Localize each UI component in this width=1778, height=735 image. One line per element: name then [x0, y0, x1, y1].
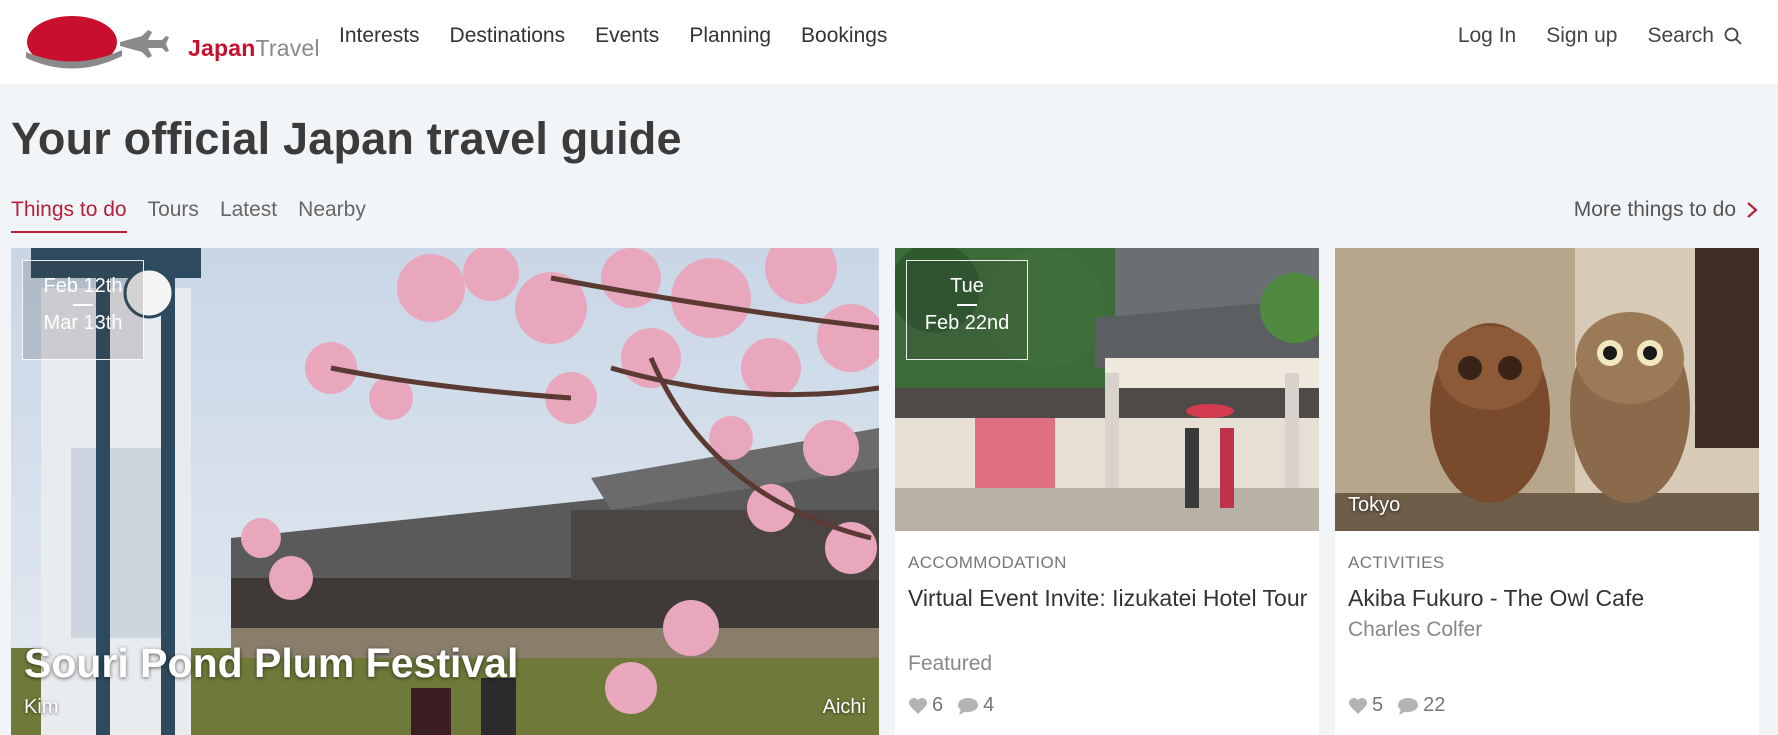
activity-card-owl-cafe[interactable]: Tokyo ACTIVITIES Akiba Fukuro - The Owl …	[1335, 248, 1759, 735]
logo[interactable]: JapanTravel	[24, 10, 320, 70]
tab-nearby[interactable]: Nearby	[298, 198, 366, 233]
card-title[interactable]: Virtual Event Invite: Iizukatei Hotel To…	[908, 581, 1308, 616]
tab-latest[interactable]: Latest	[220, 198, 277, 233]
heart-icon[interactable]	[1348, 697, 1368, 715]
card-stats: 6 4	[908, 694, 1008, 717]
likes-count: 6	[932, 694, 944, 716]
featured-date-end: Mar 13th	[43, 311, 123, 334]
tab-things-to-do[interactable]: Things to do	[11, 198, 127, 233]
comment-icon[interactable]	[957, 697, 979, 715]
logo-text: JapanTravel	[188, 35, 320, 62]
card-location[interactable]: Tokyo	[1348, 494, 1400, 517]
card-author[interactable]: Charles Colfer	[1348, 618, 1482, 642]
login-link[interactable]: Log In	[1458, 24, 1516, 48]
nav-bookings[interactable]: Bookings	[801, 24, 887, 48]
card-date-day: Tue	[950, 275, 984, 297]
search-button[interactable]: Search	[1647, 24, 1742, 48]
featured-title[interactable]: Souri Pond Plum Festival	[24, 640, 518, 687]
event-card-iizukatei[interactable]: Tue Feb 22nd ACCOMMODATION Virtual Event…	[895, 248, 1319, 735]
card-category[interactable]: ACCOMMODATION	[908, 553, 1067, 573]
more-things-label: More things to do	[1573, 198, 1736, 221]
account-nav: Log In Sign up Search	[1428, 24, 1742, 48]
page-title: Your official Japan travel guide	[11, 113, 682, 164]
nav-events[interactable]: Events	[595, 24, 659, 48]
date-separator	[73, 304, 93, 306]
comments-count: 22	[1423, 694, 1446, 716]
tab-tours[interactable]: Tours	[148, 198, 199, 233]
top-bar: JapanTravel Interests Destinations Event…	[0, 0, 1778, 84]
comments-count: 4	[983, 694, 995, 716]
card-category[interactable]: ACTIVITIES	[1348, 553, 1445, 573]
comment-icon[interactable]	[1397, 697, 1419, 715]
signup-link[interactable]: Sign up	[1546, 24, 1617, 48]
likes-count: 5	[1372, 694, 1384, 716]
card-date-badge: Tue Feb 22nd	[906, 260, 1028, 360]
more-things-link[interactable]: More things to do	[1574, 198, 1758, 222]
card-photo-owl-cafe	[1335, 248, 1759, 531]
logo-text-travel: Travel	[255, 35, 320, 61]
content-tabs: Things to do Tours Latest Nearby	[11, 198, 387, 233]
card-subtitle: Featured	[908, 652, 993, 675]
card-date: Feb 22nd	[924, 311, 1010, 334]
logo-sun-plane-icon	[26, 16, 169, 69]
chevron-right-icon	[1747, 202, 1758, 218]
heart-icon[interactable]	[908, 697, 928, 715]
featured-date-start: Feb 12th	[43, 275, 123, 297]
nav-destinations[interactable]: Destinations	[450, 24, 566, 48]
featured-author[interactable]: Kim	[24, 696, 58, 719]
card-title[interactable]: Akiba Fukuro - The Owl Cafe	[1348, 581, 1748, 616]
logo-text-japan: Japan	[188, 35, 256, 61]
nav-planning[interactable]: Planning	[689, 24, 771, 48]
date-separator	[957, 304, 977, 306]
nav-interests[interactable]: Interests	[339, 24, 420, 48]
card-stats: 5 22	[1348, 694, 1459, 717]
featured-date-badge: Feb 12th Mar 13th	[22, 260, 144, 360]
owl-cafe-photo	[1335, 248, 1759, 531]
featured-location[interactable]: Aichi	[823, 696, 866, 719]
search-icon	[1724, 27, 1742, 45]
main-nav: Interests Destinations Events Planning B…	[339, 24, 917, 48]
featured-card[interactable]: Feb 12th Mar 13th Souri Pond Plum Festiv…	[11, 248, 879, 735]
search-label: Search	[1647, 24, 1714, 47]
